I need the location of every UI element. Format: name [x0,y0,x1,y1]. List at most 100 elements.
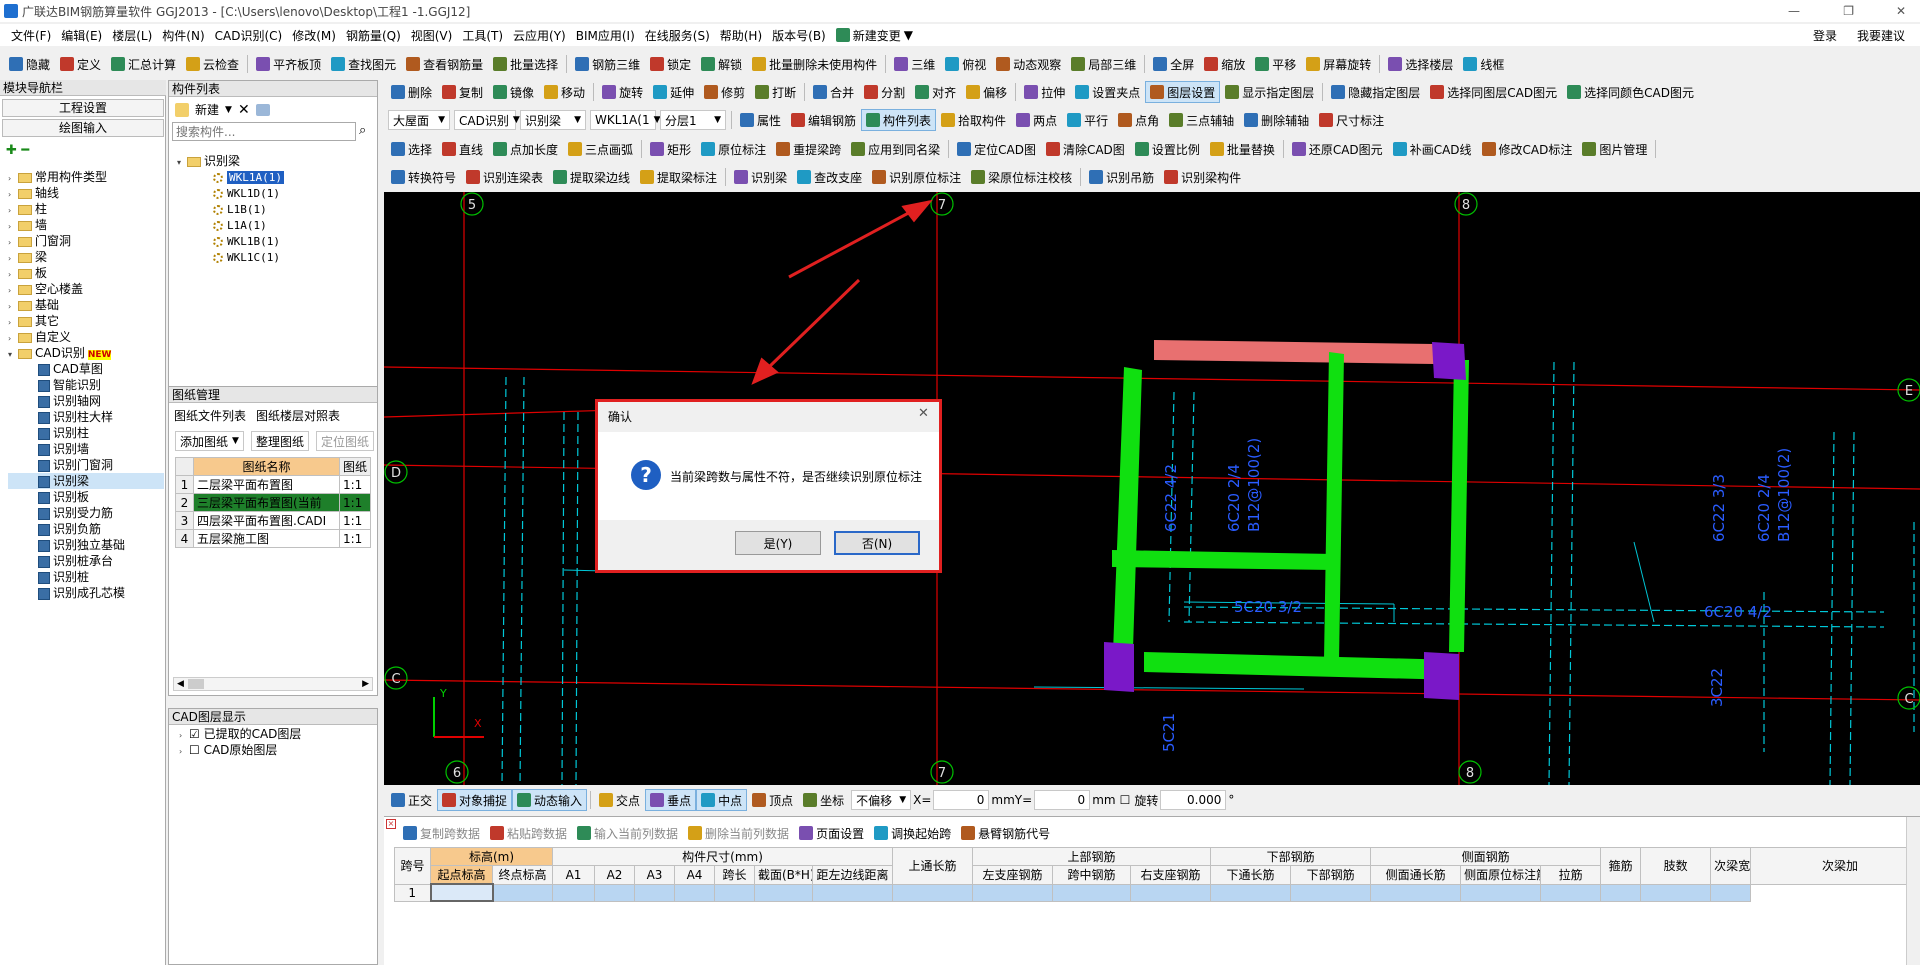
y-coord-field[interactable]: 0 [1034,790,1091,810]
tb2-8-button[interactable]: 合并 [808,81,859,103]
component-item-2[interactable]: L1B(1) [177,201,373,217]
component-item-3[interactable]: L1A(1) [177,217,373,233]
menu-5[interactable]: 修改(M) [287,24,341,46]
status-0-button[interactable]: 正交 [386,789,437,811]
nav-item-7[interactable]: › 空心楼盖 [8,281,164,297]
panel-vscrollbar[interactable] [1906,817,1920,965]
panel-close-icon[interactable]: × [386,819,396,829]
x-coord-field[interactable]: 0 [933,790,990,810]
tb4-2-button[interactable]: 点加长度 [488,138,563,160]
tb4-11-button[interactable]: 批量替换 [1205,138,1280,160]
nav-item-6[interactable]: › 板 [8,265,164,281]
nav-item-5[interactable]: › 梁 [8,249,164,265]
cad-nav-item-3[interactable]: 识别柱大样 [8,409,164,425]
status-7-button[interactable]: 坐标 [798,789,849,811]
tab-drawing-floor-map[interactable]: 图纸楼层对照表 [256,407,340,424]
nav-item-11[interactable]: ▾ CAD识别 NEW [8,345,164,361]
tb5-7-button[interactable]: 梁原位标注校核 [966,166,1077,188]
expand-collapse-icon[interactable]: ✚ ━ [6,143,29,158]
cad-nav-item-6[interactable]: 识别门窗洞 [8,457,164,473]
drawing-row[interactable]: 3 四层梁平面布置图.CADI 1:1 [175,511,372,530]
tb4-14-button[interactable]: 修改CAD标注 [1477,138,1578,160]
tb1-5-button[interactable]: 查找图元 [326,53,401,75]
span-tool-4-button[interactable]: 页面设置 [794,823,869,843]
cad-nav-item-10[interactable]: 识别负筋 [8,521,164,537]
drawing-row-name[interactable]: 三层梁平面布置图(当前 [193,493,340,512]
locate-drawing-button[interactable]: 定位图纸 [315,431,374,451]
cad-nav-item-11[interactable]: 识别独立基础 [8,537,164,553]
tb2-6-button[interactable]: 修剪 [699,81,750,103]
tb4-15-button[interactable]: 图片管理 [1577,138,1652,160]
tb1-6-button[interactable]: 查看钢筋量 [401,53,488,75]
tb4-5-button[interactable]: 原位标注 [696,138,771,160]
new-dropdown-icon[interactable]: ▼ [225,105,232,115]
tb3-7-button[interactable]: 三点辅轴 [1164,109,1239,131]
tree-toggle-icon[interactable]: ▾ [8,347,18,363]
status-5-button[interactable]: 中点 [696,789,748,811]
tb1-12-button[interactable]: 三维 [889,53,940,75]
add-drawing-button[interactable]: 添加图纸 ▼ [175,431,244,451]
delete-component-icon[interactable]: ✕ [238,102,250,118]
span-tool-3-button[interactable]: 删除当前列数据 [683,823,794,843]
tb5-6-button[interactable]: 识别原位标注 [867,166,966,188]
toolbar3-dropdown-0[interactable]: 大屋面 ▼ [388,110,450,130]
status-3-button[interactable]: 交点 [594,789,645,811]
tb4-13-button[interactable]: 补画CAD线 [1388,138,1477,160]
tb5-4-button[interactable]: 识别梁 [729,166,792,188]
tb1-13-button[interactable]: 俯视 [940,53,991,75]
tb5-5-button[interactable]: 查改支座 [792,166,867,188]
organize-drawing-button[interactable]: 整理图纸 [250,431,309,451]
nav-item-0[interactable]: › 常用构件类型 [8,169,164,185]
nav-item-10[interactable]: › 自定义 [8,329,164,345]
status-2-button[interactable]: 动态输入 [512,789,588,811]
tb1-10-button[interactable]: 解锁 [696,53,747,75]
status-4-button[interactable]: 垂点 [645,789,697,811]
tb2-17-button[interactable]: 选择同图层CAD图元 [1425,81,1562,103]
tb2-12-button[interactable]: 拉伸 [1019,81,1070,103]
tb4-7-button[interactable]: 应用到同名梁 [846,138,945,160]
yes-button[interactable]: 是(Y) [735,531,821,555]
cad-nav-item-12[interactable]: 识别桩承台 [8,553,164,569]
login-button[interactable]: 登录 [1808,24,1842,46]
rotate-field[interactable]: 0.000 [1160,790,1227,810]
tb3-5-button[interactable]: 平行 [1062,109,1113,131]
tb5-2-button[interactable]: 提取梁边线 [548,166,635,188]
menu-6[interactable]: 钢筋量(Q) [341,24,406,46]
menu-2[interactable]: 楼层(L) [107,24,157,46]
nav-item-2[interactable]: › 柱 [8,201,164,217]
menu-8[interactable]: 工具(T) [457,24,508,46]
menu-3[interactable]: 构件(N) [157,24,209,46]
tb3-4-button[interactable]: 两点 [1011,109,1062,131]
tb3-1-button[interactable]: 编辑钢筋 [786,109,861,131]
component-item-5[interactable]: WKL1C(1) [177,249,373,265]
toolbar3-dropdown-3[interactable]: WKL1A(1 ▼ [590,110,661,130]
tb4-6-button[interactable]: 重提梁跨 [771,138,846,160]
component-item-4[interactable]: WKL1B(1) [177,233,373,249]
span-tool-5-button[interactable]: 调换起始跨 [869,823,956,843]
tb1-2-button[interactable]: 汇总计算 [106,53,181,75]
tb2-15-button[interactable]: 显示指定图层 [1220,81,1319,103]
nav-item-8[interactable]: › 基础 [8,297,164,313]
layer-extracted[interactable]: 已提取的CAD图层 [204,727,302,741]
tb4-3-button[interactable]: 三点画弧 [563,138,638,160]
tb1-3-button[interactable]: 云检查 [181,53,244,75]
menu-9[interactable]: 云应用(Y) [508,24,571,46]
cad-nav-item-5[interactable]: 识别墙 [8,441,164,457]
beam-3d-models[interactable] [1104,340,1469,700]
maximize-button[interactable]: ❐ [1843,4,1854,18]
tb2-14-button[interactable]: 图层设置 [1145,81,1221,103]
status-1-button[interactable]: 对象捕捉 [437,789,513,811]
drawing-hscrollbar[interactable]: ◀ ▶ [173,677,373,691]
tb5-0-button[interactable]: 转换符号 [386,166,461,188]
span-tool-0-button[interactable]: 复制跨数据 [398,823,485,843]
tb2-13-button[interactable]: 设置夹点 [1070,81,1145,103]
feedback-button[interactable]: 我要建议 [1852,24,1910,46]
nav-item-3[interactable]: › 墙 [8,217,164,233]
no-button[interactable]: 否(N) [834,531,920,555]
tb1-14-button[interactable]: 动态观察 [991,53,1066,75]
tb3-2-button[interactable]: 构件列表 [861,109,937,131]
tb2-0-button[interactable]: 删除 [386,81,437,103]
component-item-1[interactable]: WKL1D(1) [177,185,373,201]
tb3-8-button[interactable]: 删除辅轴 [1239,109,1314,131]
tb2-1-button[interactable]: 复制 [437,81,488,103]
